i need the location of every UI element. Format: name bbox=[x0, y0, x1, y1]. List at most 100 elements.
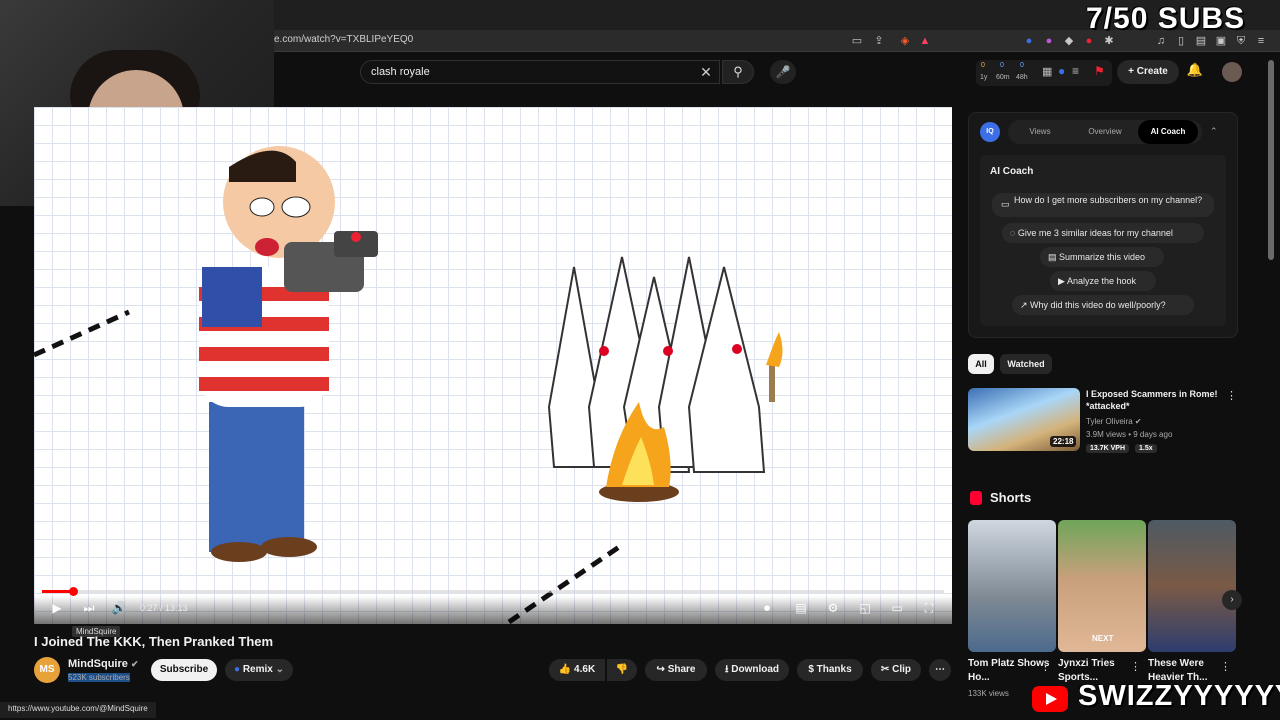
more-vertical-icon[interactable]: ⋮ bbox=[1226, 389, 1237, 402]
channel-name-text[interactable]: MindSquire bbox=[68, 658, 128, 670]
search-query[interactable]: clash royale bbox=[371, 66, 430, 78]
list-icon[interactable]: ≡ bbox=[1072, 64, 1079, 78]
share-label: Share bbox=[667, 664, 696, 675]
volume-icon[interactable]: 🔊 bbox=[110, 600, 128, 616]
settings-icon[interactable]: ⚙ bbox=[824, 600, 842, 616]
progress-bar[interactable] bbox=[42, 590, 944, 593]
create-button[interactable]: + Create bbox=[1117, 60, 1179, 84]
short-thumbnail[interactable] bbox=[968, 520, 1056, 652]
short-thumbnail[interactable]: NEXT bbox=[1058, 520, 1146, 652]
like-count: 4.6K bbox=[574, 664, 596, 675]
tab-overview[interactable]: Overview bbox=[1076, 120, 1134, 144]
progress-scrubber[interactable] bbox=[68, 587, 78, 596]
avatar[interactable] bbox=[1222, 62, 1242, 82]
clip-button[interactable]: ✂ Clip bbox=[871, 659, 921, 681]
bookmark-icon[interactable]: ▤ bbox=[1194, 34, 1208, 48]
thanks-button[interactable]: $ Thanks bbox=[797, 659, 863, 681]
alert-icon[interactable]: ⚑ bbox=[1094, 64, 1105, 78]
scrollbar[interactable] bbox=[1268, 60, 1274, 260]
screen-icon[interactable]: ▭ bbox=[850, 34, 864, 48]
subscribe-button[interactable]: Subscribe bbox=[151, 659, 217, 681]
ai-question-button[interactable]: ▭ How do I get more subscribers on my cha… bbox=[992, 193, 1214, 217]
sidebar-icon[interactable]: ▯ bbox=[1174, 34, 1188, 48]
stat-value: 0 bbox=[981, 62, 985, 69]
miniplayer-icon[interactable]: ◱ bbox=[856, 600, 874, 616]
channel-name[interactable]: MindSquire ✔ bbox=[68, 658, 139, 670]
video-player[interactable] bbox=[34, 107, 952, 624]
short-thumbnail[interactable] bbox=[1148, 520, 1236, 652]
recommended-meta: 3.9M views • 9 days ago bbox=[1086, 430, 1173, 439]
ai-question-button[interactable]: ▶ Analyze the hook bbox=[1050, 271, 1156, 291]
tab-ai-coach[interactable]: AI Coach bbox=[1138, 120, 1198, 144]
more-vertical-icon[interactable]: ⋮ bbox=[1220, 660, 1231, 673]
puzzle-icon[interactable]: ✱ bbox=[1102, 34, 1116, 48]
chat-icon: ▭ bbox=[1001, 199, 1010, 209]
menu-icon[interactable]: ≡ bbox=[1254, 34, 1268, 48]
tab-views[interactable]: Views bbox=[1014, 120, 1066, 144]
remix-button[interactable]: ● Remix ⌄ bbox=[225, 659, 293, 681]
shorts-section-title: Shorts bbox=[990, 490, 1032, 505]
chart-icon: ↗ bbox=[1020, 300, 1031, 310]
ai-question-text: Give me 3 similar ideas for my channel bbox=[1017, 228, 1173, 238]
next-icon[interactable]: ⏭ bbox=[80, 600, 98, 616]
ai-coach-title: AI Coach bbox=[990, 166, 1034, 177]
grid-icon[interactable]: ▦ bbox=[1042, 65, 1052, 78]
media-icon[interactable]: ♫ bbox=[1154, 34, 1168, 48]
share-button[interactable]: ↪ Share bbox=[645, 659, 707, 681]
dashed-line bbox=[34, 309, 131, 358]
close-icon[interactable]: ✕ bbox=[698, 62, 714, 82]
more-vertical-icon[interactable]: ⋮ bbox=[1040, 660, 1051, 673]
plus-icon: + bbox=[1128, 66, 1137, 77]
address-url[interactable]: e.com/watch?v=TXBLIPeYEQ0 bbox=[274, 34, 413, 45]
chevron-up-icon[interactable]: ⌃ bbox=[1210, 126, 1218, 137]
extension-diamond-icon[interactable]: ◆ bbox=[1062, 34, 1076, 48]
ai-question-button[interactable]: ↗ Why did this video do well/poorly? bbox=[1012, 295, 1194, 315]
cartoon-cameraman bbox=[199, 146, 378, 562]
chevron-right-icon[interactable]: › bbox=[1222, 590, 1242, 610]
fullscreen-icon[interactable]: ⛶ bbox=[920, 600, 938, 616]
remix-label: Remix bbox=[242, 664, 273, 675]
microphone-icon[interactable]: 🎤 bbox=[770, 60, 796, 84]
thumbs-down-icon: 👎 bbox=[615, 664, 629, 675]
vpn-icon[interactable]: ⛨ bbox=[1234, 34, 1248, 48]
ai-question-button[interactable]: ▤ Summarize this video bbox=[1040, 247, 1164, 267]
share-icon[interactable]: ⇪ bbox=[872, 34, 886, 48]
streamer-name-overlay: SWIZZYYYYYY bbox=[1078, 680, 1280, 712]
extension-icon[interactable]: ● bbox=[1042, 34, 1056, 48]
extension-red-icon[interactable]: ● bbox=[1082, 34, 1096, 48]
more-actions-icon[interactable]: ⋯ bbox=[929, 659, 951, 681]
subs-goal-overlay: 7/50 SUBS bbox=[1086, 2, 1246, 35]
recommended-title[interactable]: I Exposed Scammers in Rome! *attacked* bbox=[1086, 388, 1226, 412]
play-icon[interactable]: ▶ bbox=[48, 600, 66, 616]
autoplay-toggle[interactable]: ⏺ bbox=[756, 600, 778, 616]
share-icon: ↪ bbox=[656, 664, 668, 675]
like-button[interactable]: 👍 4.6K bbox=[549, 659, 605, 681]
bell-icon[interactable]: 🔔 bbox=[1186, 62, 1204, 82]
channel-avatar[interactable]: MS bbox=[34, 657, 60, 683]
time-display: 0:27 / 13:13 bbox=[140, 603, 188, 613]
stat-value: 0 bbox=[1000, 62, 1004, 69]
recommended-channel[interactable]: Tyler Oliveira ✔ bbox=[1086, 417, 1142, 426]
extension-stats-widget[interactable]: 0 0 0 1y 60m 48h ▦ ● ≡ ⚑ bbox=[976, 60, 1112, 86]
captions-icon[interactable]: ▤ bbox=[792, 600, 810, 616]
brave-shield-icon[interactable]: ◈ bbox=[898, 34, 912, 48]
create-label: Create bbox=[1136, 66, 1168, 77]
extension-iq-icon[interactable]: ● bbox=[1022, 34, 1036, 48]
search-icon[interactable]: ⚲ bbox=[722, 60, 754, 84]
torch bbox=[766, 332, 783, 402]
video-duration: 22:18 bbox=[1050, 436, 1077, 447]
ai-question-text: Analyze the hook bbox=[1066, 276, 1136, 286]
chip-all[interactable]: All bbox=[968, 354, 994, 374]
chip-watched[interactable]: Watched bbox=[1000, 354, 1052, 374]
theater-icon[interactable]: ▭ bbox=[888, 600, 906, 616]
rewards-icon[interactable]: ▲ bbox=[918, 34, 932, 48]
ai-question-button[interactable]: ◌ Give me 3 similar ideas for my channel bbox=[1002, 223, 1204, 243]
recommended-channel-text[interactable]: Tyler Oliveira bbox=[1086, 417, 1133, 426]
wallet-icon[interactable]: ▣ bbox=[1214, 34, 1228, 48]
dislike-button[interactable]: 👎 bbox=[607, 659, 637, 681]
download-button[interactable]: ⭳ Download bbox=[715, 659, 789, 681]
verified-icon: ✔ bbox=[1134, 417, 1142, 426]
more-vertical-icon[interactable]: ⋮ bbox=[1130, 660, 1141, 673]
iq-icon[interactable]: ● bbox=[1058, 64, 1065, 78]
chevron-down-icon: ⌄ bbox=[275, 664, 284, 675]
